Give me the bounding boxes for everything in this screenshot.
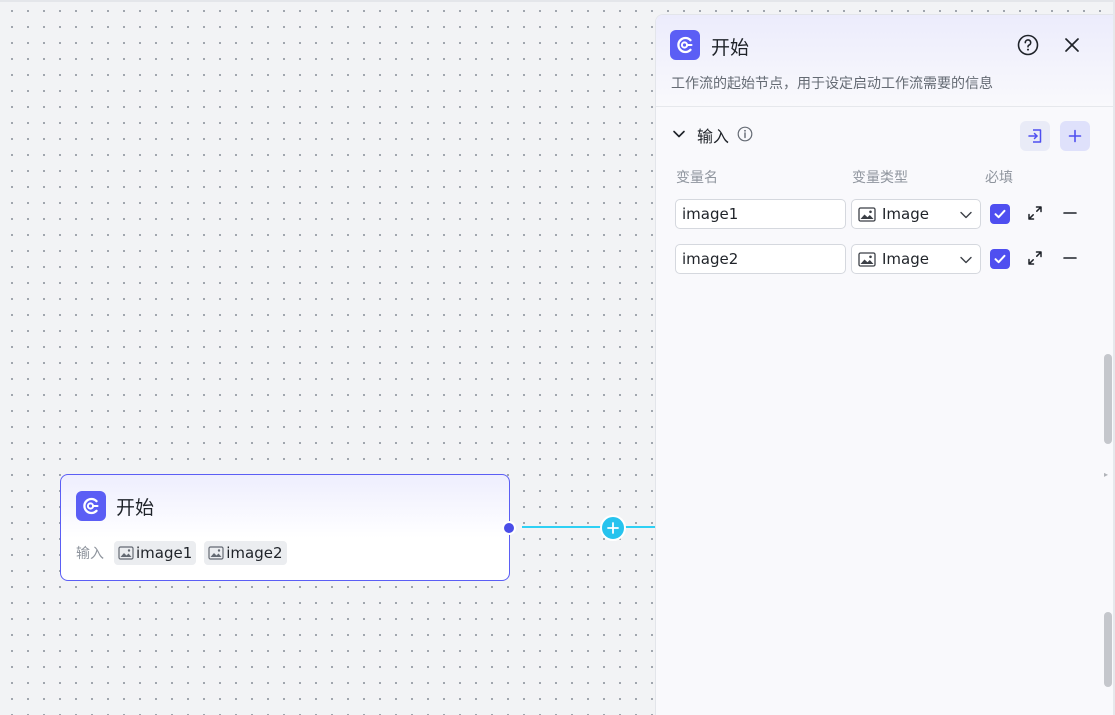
image-icon — [208, 546, 224, 560]
scrollbar-thumb[interactable] — [1104, 612, 1112, 687]
output-handle[interactable] — [502, 521, 516, 535]
variable-type-label: Image — [882, 205, 929, 223]
required-checkbox[interactable] — [990, 204, 1010, 224]
chevron-down-icon[interactable] — [672, 127, 686, 141]
panel-description: 工作流的起始节点，用于设定启动工作流需要的信息 — [671, 76, 993, 92]
connection-edge[interactable] — [522, 526, 656, 528]
chevron-down-icon — [960, 256, 972, 264]
node-title: 开始 — [116, 496, 155, 519]
start-node-icon — [76, 491, 106, 521]
scroll-arrow-icon[interactable]: ▸ — [1104, 470, 1108, 479]
panel-header: 开始 工作流的起始节点，用于设定启动工作流需要的信息 — [656, 15, 1115, 107]
plus-icon — [1068, 129, 1082, 143]
minus-icon[interactable] — [1062, 250, 1078, 266]
required-checkbox[interactable] — [990, 249, 1010, 269]
close-button[interactable] — [1061, 34, 1083, 56]
column-header-type: 变量类型 — [852, 170, 908, 186]
column-header-required: 必填 — [985, 170, 1013, 186]
node-inputs-label: 输入 — [76, 546, 104, 562]
add-variable-button[interactable] — [1060, 121, 1090, 151]
top-divider — [0, 0, 1115, 2]
close-icon — [1065, 38, 1079, 52]
section-title-input: 输入 — [697, 127, 730, 146]
add-node-button[interactable] — [600, 515, 626, 541]
variable-type-select[interactable]: Image — [851, 244, 981, 274]
minus-icon[interactable] — [1062, 205, 1078, 221]
check-icon — [994, 254, 1006, 264]
import-variables-button[interactable] — [1020, 121, 1050, 151]
variable-type-label: Image — [882, 250, 929, 268]
expand-icon[interactable] — [1027, 250, 1043, 266]
import-icon — [1028, 129, 1042, 143]
check-icon — [994, 209, 1006, 219]
image-icon — [858, 206, 876, 222]
help-button[interactable] — [1017, 34, 1039, 56]
node-inputs: 输入 image1 image2 — [76, 541, 295, 565]
image-icon — [118, 546, 134, 560]
image-icon — [858, 251, 876, 267]
input-tag: image2 — [204, 541, 287, 565]
input-tag: image1 — [114, 541, 197, 565]
variable-type-select[interactable]: Image — [851, 199, 981, 229]
info-icon[interactable] — [737, 126, 753, 142]
plus-icon — [607, 522, 619, 534]
help-icon — [1017, 34, 1039, 56]
column-header-name: 变量名 — [676, 170, 718, 186]
variable-name-input[interactable]: image1 — [675, 199, 846, 229]
variable-name-input[interactable]: image2 — [675, 244, 846, 274]
start-node-icon — [670, 30, 700, 60]
input-tag-label: image2 — [226, 544, 283, 562]
node-header: 开始 — [76, 491, 154, 521]
scrollbar-thumb[interactable] — [1104, 354, 1112, 444]
expand-icon[interactable] — [1027, 205, 1043, 221]
start-node-card[interactable]: 开始 输入 image1 image2 — [60, 474, 510, 581]
node-settings-panel: 开始 工作流的起始节点，用于设定启动工作流需要的信息 输入 变量名 变量类型 必… — [655, 14, 1115, 715]
input-tag-label: image1 — [136, 544, 193, 562]
panel-title: 开始 — [711, 37, 750, 59]
chevron-down-icon — [960, 211, 972, 219]
